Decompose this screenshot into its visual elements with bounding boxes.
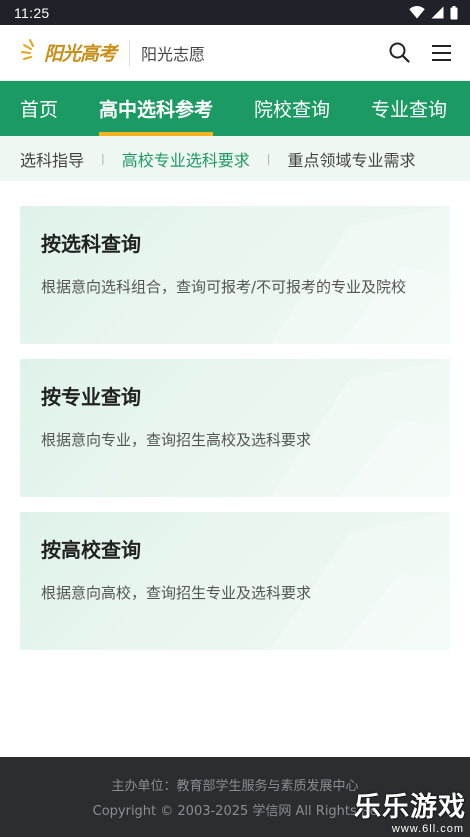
nav-item-subject-selection[interactable]: 高中选科参考 <box>99 81 214 136</box>
wifi-icon <box>409 6 425 19</box>
card-title: 按高校查询 <box>41 538 141 562</box>
status-icons <box>409 5 458 20</box>
sub-nav-item-guidance[interactable]: 选科指导 <box>20 147 84 171</box>
header-divider <box>129 39 131 66</box>
sub-nav-separator: | <box>101 152 105 165</box>
sub-nav-item-key-fields[interactable]: 重点领域专业需求 <box>287 147 415 171</box>
card-title: 按专业查询 <box>41 385 141 409</box>
battery-icon <box>450 5 458 20</box>
card-description: 根据意向选科组合，查询可报考/不可报考的专业及院校 <box>41 278 407 296</box>
nav-item-school-search[interactable]: 院校查询 <box>254 81 330 136</box>
card-description: 根据意向专业，查询招生高校及选科要求 <box>41 431 312 449</box>
nav-item-major-search[interactable]: 专业查询 <box>371 81 447 136</box>
search-icon[interactable] <box>388 42 410 64</box>
card-title: 按选科查询 <box>41 232 141 256</box>
sub-nav-item-requirements[interactable]: 高校专业选科要求 <box>122 147 250 171</box>
sub-nav-separator: | <box>266 152 271 165</box>
status-bar: 11:25 <box>0 0 470 25</box>
site-header: 阳光高考 阳光志愿 <box>0 25 470 81</box>
sub-nav: 选科指导 | 高校专业选科要求 | 重点领域专业需求 <box>0 136 470 181</box>
sun-logo-icon <box>20 37 44 69</box>
logo-text: 阳光高考 <box>44 43 117 65</box>
card-description: 根据意向高校，查询招生专业及选科要求 <box>41 584 312 602</box>
watermark-url: www.6ll.com <box>391 823 464 835</box>
site-logo[interactable]: 阳光高考 <box>20 33 117 73</box>
site-name[interactable]: 阳光志愿 <box>141 41 205 65</box>
query-cards: 按选科查询 根据意向选科组合，查询可报考/不可报考的专业及院校 按专业查询 根据… <box>0 181 470 650</box>
header-actions <box>388 42 452 64</box>
card-by-subjects[interactable]: 按选科查询 根据意向选科组合，查询可报考/不可报考的专业及院校 <box>20 206 450 344</box>
signal-icon <box>431 6 444 19</box>
watermark: 乐乐游戏 www.6ll.com <box>352 792 468 836</box>
watermark-title: 乐乐游戏 <box>354 792 466 823</box>
card-by-major[interactable]: 按专业查询 根据意向专业，查询招生高校及选科要求 <box>20 359 450 497</box>
main-nav: 首页 高中选科参考 院校查询 专业查询 <box>0 81 470 136</box>
card-by-school[interactable]: 按高校查询 根据意向高校，查询招生专业及选科要求 <box>20 512 450 650</box>
menu-icon[interactable] <box>430 42 452 64</box>
status-time: 11:25 <box>14 4 50 21</box>
nav-item-home[interactable]: 首页 <box>20 81 58 136</box>
